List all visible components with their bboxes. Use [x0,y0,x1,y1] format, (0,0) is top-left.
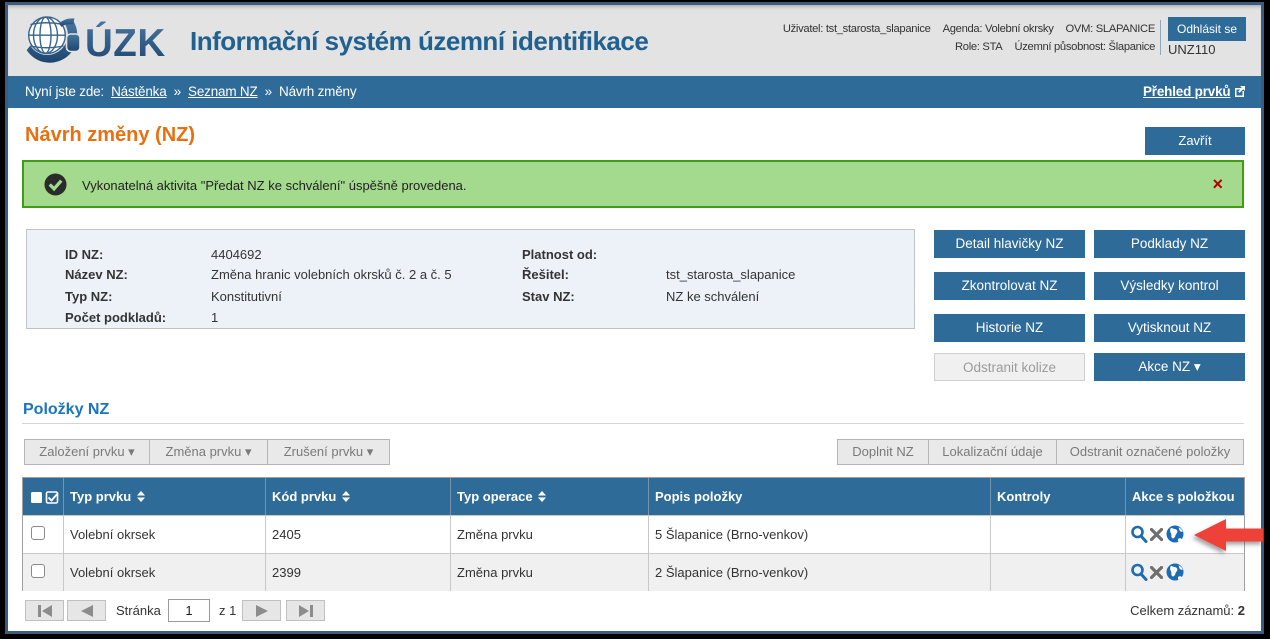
svg-text:ÚZK: ÚZK [85,21,166,65]
